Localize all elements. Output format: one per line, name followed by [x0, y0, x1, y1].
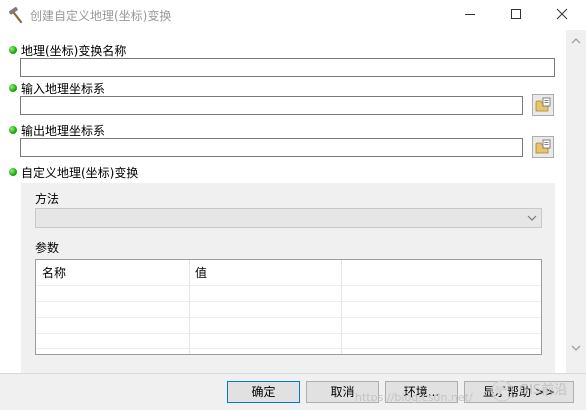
window-title: 创建自定义地理(坐标)变换	[30, 9, 172, 23]
method-label: 方法	[35, 192, 60, 206]
output-gcs-field[interactable]	[20, 138, 523, 157]
close-button[interactable]	[540, 0, 586, 30]
watermark-url: https://blog.csdn.net/	[355, 391, 473, 404]
dialog-body: 地理(坐标)变换名称 输入地理坐标系 输出地理坐标系 自定义地理(坐标)变换 方…	[0, 30, 586, 410]
vertical-scrollbar[interactable]	[566, 30, 586, 373]
name-label: 地理(坐标)变换名称	[21, 44, 127, 58]
input-gcs-field[interactable]	[20, 96, 523, 115]
maximize-icon	[511, 9, 521, 19]
row-divider	[36, 301, 541, 302]
required-dot-icon	[9, 84, 17, 92]
input-gcs-browse-button[interactable]	[532, 94, 554, 116]
row-divider	[36, 333, 541, 334]
close-icon	[556, 8, 568, 20]
scroll-up-icon[interactable]	[571, 37, 581, 45]
ok-button[interactable]: 确定	[227, 381, 300, 403]
wechat-logo-icon	[491, 380, 513, 402]
minimize-icon	[465, 14, 475, 15]
scroll-down-icon[interactable]	[571, 344, 581, 352]
custom-transformation-label: 自定义地理(坐标)变换	[21, 166, 139, 180]
parameters-label: 参数	[35, 241, 60, 255]
output-gcs-label: 输出地理坐标系	[21, 124, 106, 138]
minimize-button[interactable]	[448, 0, 494, 30]
watermark-brand: GIS前沿	[519, 383, 568, 398]
hammer-icon	[7, 6, 25, 24]
button-bar: 确定 取消 环境... 显示帮助 >> https://blog.csdn.ne…	[0, 373, 586, 410]
required-dot-icon	[9, 126, 17, 134]
row-divider	[36, 317, 541, 318]
column-header-name: 名称	[42, 266, 67, 280]
transformation-name-input[interactable]	[20, 58, 555, 77]
maximize-button[interactable]	[494, 0, 540, 30]
parameters-table[interactable]: 名称 值	[35, 259, 542, 355]
custom-transformation-group: 方法 参数 名称 值	[21, 183, 555, 373]
folder-properties-icon	[535, 139, 551, 154]
chevron-down-icon	[527, 215, 537, 221]
row-divider	[36, 348, 541, 349]
column-divider	[189, 260, 190, 354]
parameter-form: 地理(坐标)变换名称 输入地理坐标系 输出地理坐标系 自定义地理(坐标)变换 方…	[0, 30, 566, 373]
required-dot-icon	[9, 46, 17, 54]
input-gcs-label: 输入地理坐标系	[21, 82, 106, 96]
required-dot-icon	[9, 168, 17, 176]
column-divider	[341, 260, 342, 354]
method-dropdown[interactable]	[35, 208, 542, 228]
folder-properties-icon	[535, 97, 551, 112]
row-divider	[36, 285, 541, 286]
output-gcs-browse-button[interactable]	[532, 136, 554, 158]
column-header-value: 值	[195, 266, 208, 280]
title-bar: 创建自定义地理(坐标)变换	[0, 0, 586, 30]
